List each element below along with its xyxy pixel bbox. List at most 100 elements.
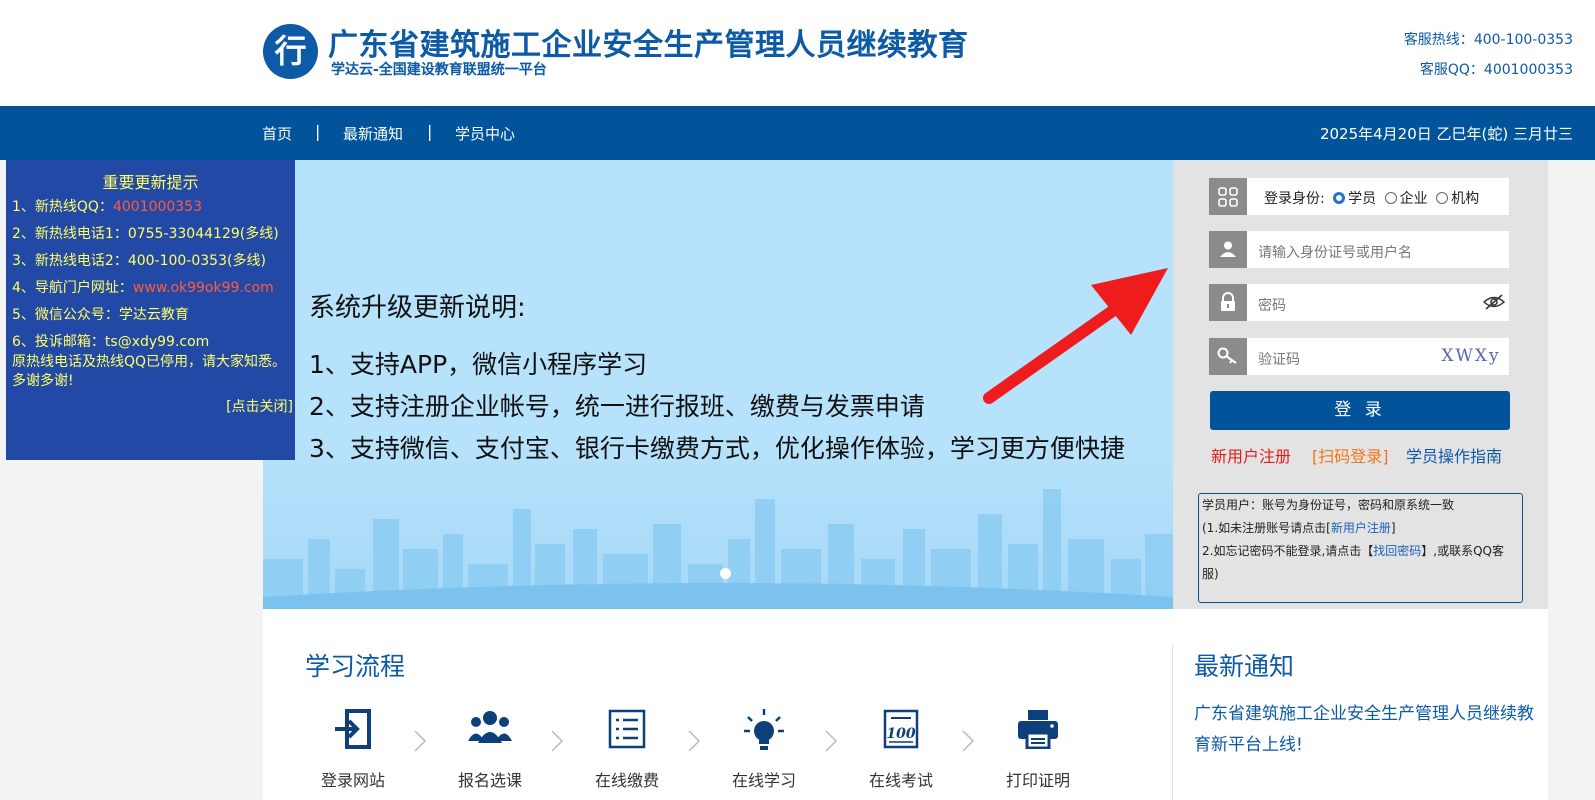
banner-line-3: 3、支持微信、支付宝、银行卡缴费方式，优化操作体验，学习更方便快捷 xyxy=(309,434,1125,463)
process-title: 学习流程 xyxy=(305,652,406,681)
step-label[interactable]: 打印证明 xyxy=(983,767,1093,791)
red-arrow-icon xyxy=(983,268,1168,404)
tip-recover-password-link[interactable]: 找回密码 xyxy=(1373,544,1421,558)
notice-label: 2、新热线电话1：0755-33044129(多线) xyxy=(12,226,279,242)
notice-label: 4、导航门户网址： xyxy=(12,280,133,296)
notice-label: 3、新热线电话2：400-100-0353(多线) xyxy=(12,253,266,269)
notice-line-4: 4、导航门户网址：www.ok99ok99.com xyxy=(12,277,274,297)
banner-line-2: 2、支持注册企业帐号，统一进行报班、缴费与发票申请 xyxy=(309,392,925,421)
tip-text: 2.如忘记密码不能登录,请点击【 xyxy=(1202,544,1374,558)
notice-footer: 原热线电话及热线QQ已停用，请大家知悉。多谢多谢! xyxy=(12,354,287,389)
banner-heading: 系统升级更新说明: xyxy=(309,293,526,323)
login-panel: 登录身份: 学员 企业 机构 请输入身份证号或用户名 密码 验证码 XWXy 登… xyxy=(1173,160,1548,609)
role-radio-institution[interactable] xyxy=(1436,192,1449,204)
site-logo[interactable]: 行 xyxy=(263,24,318,79)
notice-label: 1、新热线QQ： xyxy=(12,199,113,215)
notice-label: 6、投诉邮箱：ts@xdy99.com xyxy=(12,334,210,350)
username-field[interactable]: 请输入身份证号或用户名 xyxy=(1209,231,1509,268)
current-date: 2025年4月20日 乙巳年(蛇) 三月廿三 xyxy=(1319,125,1573,143)
step-label[interactable]: 在线考试 xyxy=(846,767,956,791)
user-guide-link[interactable]: 学员操作指南 xyxy=(1406,443,1502,467)
step-print[interactable] xyxy=(993,709,1083,749)
notice-line-1: 1、新热线QQ：4001000353 xyxy=(12,196,202,216)
nav-home[interactable]: 首页 xyxy=(262,123,292,144)
qr-login-link[interactable]: [扫码登录] xyxy=(1312,443,1389,467)
exam-score-glyph: 100 xyxy=(886,726,915,742)
user-icon xyxy=(1209,231,1247,268)
grid-icon xyxy=(1209,178,1247,215)
login-tip-box: 学员用户：账号为身份证号，密码和原系统一致 (1.如未注册账号请点击[新用户注册… xyxy=(1198,493,1523,603)
bulb-icon xyxy=(744,709,784,750)
tip-register-link[interactable]: 新用户注册 xyxy=(1331,521,1391,535)
nav-separator: | xyxy=(315,122,321,141)
role-group: 登录身份: 学员 企业 机构 xyxy=(1264,188,1479,208)
chevron-right-icon xyxy=(551,730,564,752)
tip-text: (1.如未注册账号请点击[ xyxy=(1202,521,1331,535)
step-enroll[interactable] xyxy=(445,709,535,745)
step-exam[interactable]: 100 xyxy=(856,709,946,749)
notice-qq-value: 4001000353 xyxy=(112,199,203,215)
step-login[interactable] xyxy=(308,709,398,749)
tip-text: ] xyxy=(1390,521,1396,535)
list-icon xyxy=(608,709,646,749)
site-header: 行 广东省建筑施工企业安全生产管理人员继续教育 学达云-全国建设教育联盟统一平台… xyxy=(0,0,1595,106)
role-radio-student[interactable] xyxy=(1333,192,1346,204)
role-option-company[interactable]: 企业 xyxy=(1400,191,1428,207)
banner-line-1: 1、支持APP，微信小程序学习 xyxy=(309,350,648,379)
lock-icon xyxy=(1209,284,1247,321)
register-link[interactable]: 新用户注册 xyxy=(1211,443,1291,467)
chevron-right-icon xyxy=(962,730,975,752)
notice-line-2: 2、新热线电话1：0755-33044129(多线) xyxy=(12,223,279,243)
step-label[interactable]: 在线学习 xyxy=(709,767,819,791)
carousel-dot[interactable] xyxy=(720,568,731,579)
chevron-right-icon xyxy=(688,730,701,752)
captcha-placeholder: 验证码 xyxy=(1258,352,1300,368)
username-placeholder: 请输入身份证号或用户名 xyxy=(1258,245,1412,261)
notice-close-button[interactable]: [点击关闭] xyxy=(226,396,293,416)
eye-off-icon[interactable] xyxy=(1483,293,1505,311)
step-label[interactable]: 在线缴费 xyxy=(572,767,682,791)
update-notice-popup: 重要更新提示 1、新热线QQ：4001000353 2、新热线电话1：0755-… xyxy=(6,160,295,460)
key-icon xyxy=(1209,338,1247,375)
group-icon xyxy=(468,711,512,743)
step-learning[interactable] xyxy=(719,709,809,751)
hotline-number: 400-100-0353 xyxy=(1473,32,1573,48)
captcha-field[interactable]: 验证码 XWXy xyxy=(1209,338,1509,375)
chevron-right-icon xyxy=(825,730,838,752)
nav-notices[interactable]: 最新通知 xyxy=(343,123,403,144)
captcha-image[interactable]: XWXy xyxy=(1440,343,1502,369)
site-subtitle: 学达云-全国建设教育联盟统一平台 xyxy=(331,62,547,78)
notice-title: 重要更新提示 xyxy=(102,173,199,192)
hotline-info: 客服热线：400-100-0353 xyxy=(1404,29,1573,49)
role-label: 登录身份: xyxy=(1264,191,1325,207)
step-label[interactable]: 登录网站 xyxy=(298,767,408,791)
tip-line-2: (1.如未注册账号请点击[新用户注册] xyxy=(1202,517,1519,540)
banner-slide[interactable]: 系统升级更新说明: 1、支持APP，微信小程序学习 2、支持注册企业帐号，统一进… xyxy=(263,160,1173,609)
role-selector: 登录身份: 学员 企业 机构 xyxy=(1209,178,1509,215)
site-title: 广东省建筑施工企业安全生产管理人员继续教育 xyxy=(328,28,969,63)
login-button[interactable]: 登 录 xyxy=(1210,391,1510,430)
section-divider xyxy=(1172,645,1173,800)
role-option-student[interactable]: 学员 xyxy=(1348,191,1376,207)
role-option-institution[interactable]: 机构 xyxy=(1451,191,1479,207)
login-icon xyxy=(335,709,371,749)
printer-icon xyxy=(1018,710,1058,749)
news-item[interactable]: 广东省建筑施工企业安全生产管理人员继续教育新平台上线! xyxy=(1194,699,1534,761)
tip-line-1: 学员用户：账号为身份证号，密码和原系统一致 xyxy=(1202,498,1455,512)
qq-number: 4001000353 xyxy=(1483,62,1573,78)
password-placeholder: 密码 xyxy=(1258,298,1286,314)
city-skyline-image xyxy=(263,489,1173,609)
nav-separator: | xyxy=(427,122,433,141)
step-label[interactable]: 报名选课 xyxy=(435,767,545,791)
main-nav: 首页 | 最新通知 | 学员中心 2025年4月20日 乙巳年(蛇) 三月廿三 xyxy=(0,106,1595,160)
nav-student-center[interactable]: 学员中心 xyxy=(455,123,515,144)
notice-label: 5、微信公众号：学达云教育 xyxy=(12,307,189,323)
news-title: 最新通知 xyxy=(1194,652,1295,681)
step-payment[interactable] xyxy=(582,709,672,749)
role-radio-company[interactable] xyxy=(1384,192,1397,204)
notice-line-3: 3、新热线电话2：400-100-0353(多线) xyxy=(12,250,266,270)
password-field[interactable]: 密码 xyxy=(1209,284,1509,321)
qq-info: 客服QQ：4001000353 xyxy=(1420,59,1573,79)
hotline-label: 客服热线： xyxy=(1403,32,1474,48)
portal-url-link[interactable]: www.ok99ok99.com xyxy=(133,280,274,296)
